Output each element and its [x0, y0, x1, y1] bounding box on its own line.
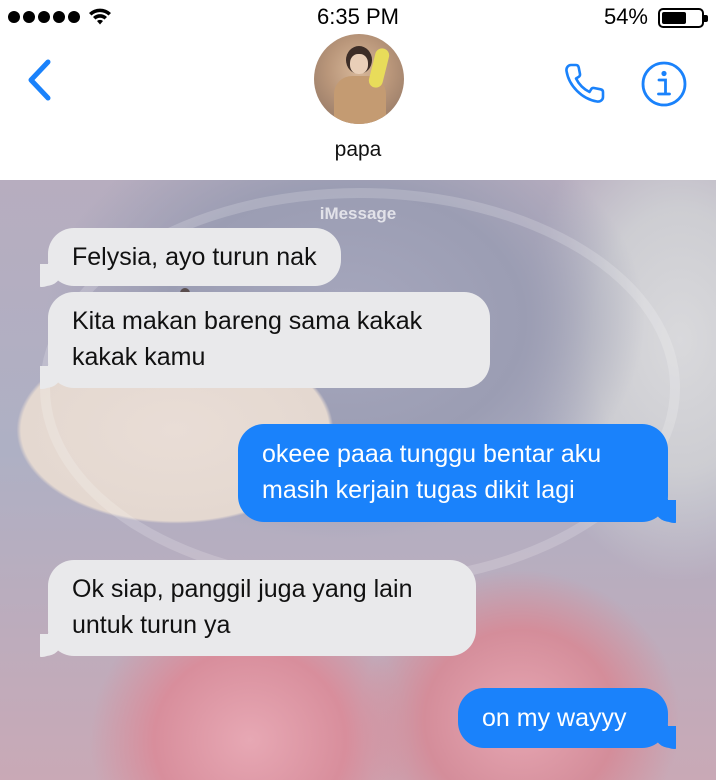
message-bubble-outgoing[interactable]: okeee paaa tunggu bentar aku masih kerja…	[238, 424, 676, 522]
message-text-line: Ok siap, panggil juga yang lain	[72, 575, 413, 603]
message-text-line: untuk turun ya	[72, 611, 231, 639]
contact-name[interactable]: papa	[0, 138, 716, 162]
message-bubble-incoming[interactable]: Ok siap, panggil juga yang lain untuk tu…	[40, 560, 476, 656]
message-text-line: kakak kamu	[72, 343, 206, 371]
message-thread[interactable]: iMessage Felysia, ayo turun nak Kita mak…	[0, 180, 716, 780]
status-bar: 6:35 PM 54%	[0, 0, 716, 34]
chevron-left-icon[interactable]	[24, 58, 56, 102]
message-text: on my wayyy	[482, 704, 627, 732]
message-text: Felysia, ayo turun nak	[72, 243, 317, 271]
message-text-line: Kita makan bareng sama kakak	[72, 307, 423, 335]
message-text-line: masih kerjain tugas dikit lagi	[262, 476, 575, 504]
service-label: iMessage	[319, 204, 397, 223]
message-bubble-incoming[interactable]: Kita makan bareng sama kakak kakak kamu	[40, 292, 490, 388]
message-text-line: okeee paaa tunggu bentar aku	[262, 440, 602, 468]
battery-percentage: 54%	[603, 4, 648, 29]
message-bubble-outgoing[interactable]: on my wayyy	[458, 688, 676, 748]
contact-avatar[interactable]	[314, 34, 404, 124]
battery-icon	[658, 8, 708, 28]
message-bubble-incoming[interactable]: Felysia, ayo turun nak	[40, 228, 341, 286]
phone-icon[interactable]	[562, 60, 608, 106]
conversation-header: papa	[0, 34, 716, 180]
info-icon[interactable]	[640, 60, 688, 108]
